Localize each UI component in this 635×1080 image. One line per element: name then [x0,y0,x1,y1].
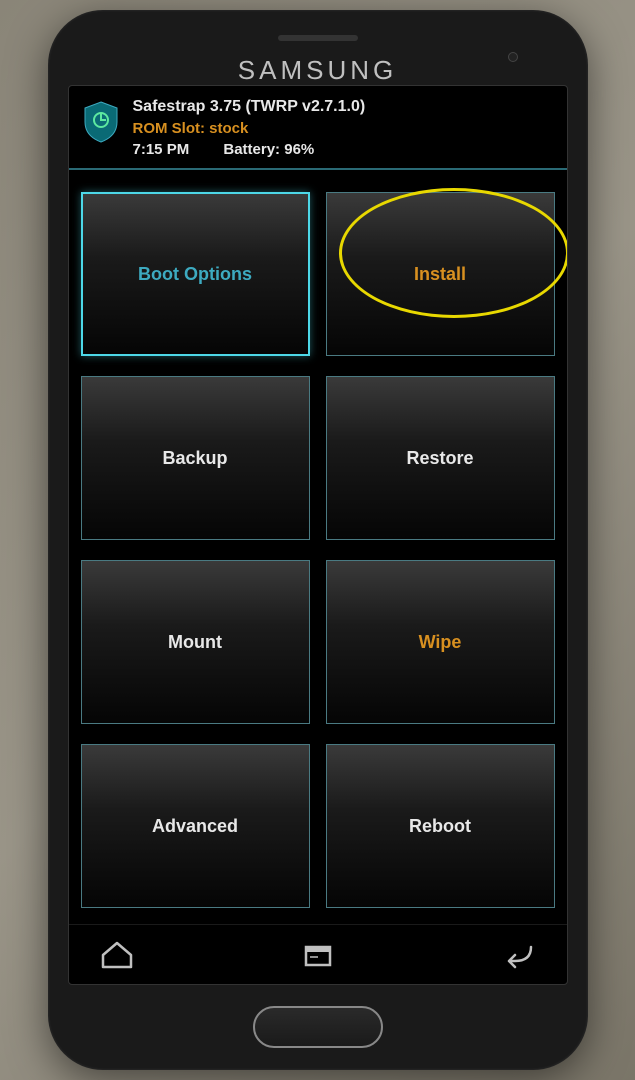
advanced-button[interactable]: Advanced [81,744,310,908]
brand-logo: SAMSUNG [238,55,397,86]
mount-button[interactable]: Mount [81,560,310,724]
reboot-button[interactable]: Reboot [326,744,555,908]
app-title: Safestrap 3.75 (TWRP v2.7.1.0) [133,96,555,118]
header-bar: Safestrap 3.75 (TWRP v2.7.1.0) ROM Slot:… [69,86,567,170]
home-icon[interactable] [99,937,135,973]
shield-icon [81,100,121,144]
back-icon[interactable] [501,937,537,973]
time-label: 7:15 PM [133,141,190,158]
front-camera [508,52,518,62]
install-button[interactable]: Install [326,192,555,356]
nav-bar [69,924,567,984]
backup-button[interactable]: Backup [81,376,310,540]
wipe-button[interactable]: Wipe [326,560,555,724]
speaker-grille [278,35,358,41]
menu-grid: Boot Options Install Backup Restore Moun… [69,176,567,924]
physical-home-button[interactable] [253,1006,383,1048]
restore-button[interactable]: Restore [326,376,555,540]
header-text: Safestrap 3.75 (TWRP v2.7.1.0) ROM Slot:… [133,96,555,160]
status-line: 7:15 PM Battery: 96% [133,139,555,160]
battery-label: Battery: 96% [223,141,314,158]
console-icon[interactable] [300,937,336,973]
screen: Safestrap 3.75 (TWRP v2.7.1.0) ROM Slot:… [68,85,568,985]
phone-frame: SAMSUNG Safestrap 3.75 (TWRP v2.7.1.0) R… [48,10,588,1070]
rom-slot-label: ROM Slot: stock [133,118,555,139]
boot-options-button[interactable]: Boot Options [81,192,310,356]
